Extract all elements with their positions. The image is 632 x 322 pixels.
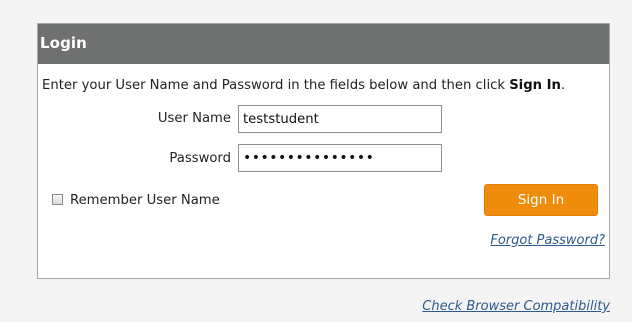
check-browser-compatibility-link[interactable]: Check Browser Compatibility	[422, 299, 610, 314]
remember-checkbox[interactable]	[52, 193, 63, 205]
username-label: User Name	[157, 111, 231, 126]
login-panel: Login Enter your User Name and Password …	[37, 23, 610, 279]
sign-in-button[interactable]: Sign In	[484, 184, 598, 216]
username-input[interactable]	[238, 105, 442, 133]
remember-label[interactable]: Remember User Name	[70, 193, 220, 208]
login-header: Login	[38, 24, 609, 64]
password-input[interactable]	[238, 144, 442, 172]
instructions-text: Enter your User Name and Password in the…	[42, 78, 510, 93]
instructions-action: Sign In	[509, 78, 561, 93]
remember-username[interactable]: Remember User Name	[52, 193, 220, 208]
login-page: Login Enter your User Name and Password …	[0, 0, 632, 322]
login-instructions: Enter your User Name and Password in the…	[42, 78, 565, 93]
instructions-suffix: .	[560, 78, 566, 93]
password-label: Password	[169, 151, 231, 166]
forgot-password-link[interactable]: Forgot Password?	[490, 233, 605, 248]
